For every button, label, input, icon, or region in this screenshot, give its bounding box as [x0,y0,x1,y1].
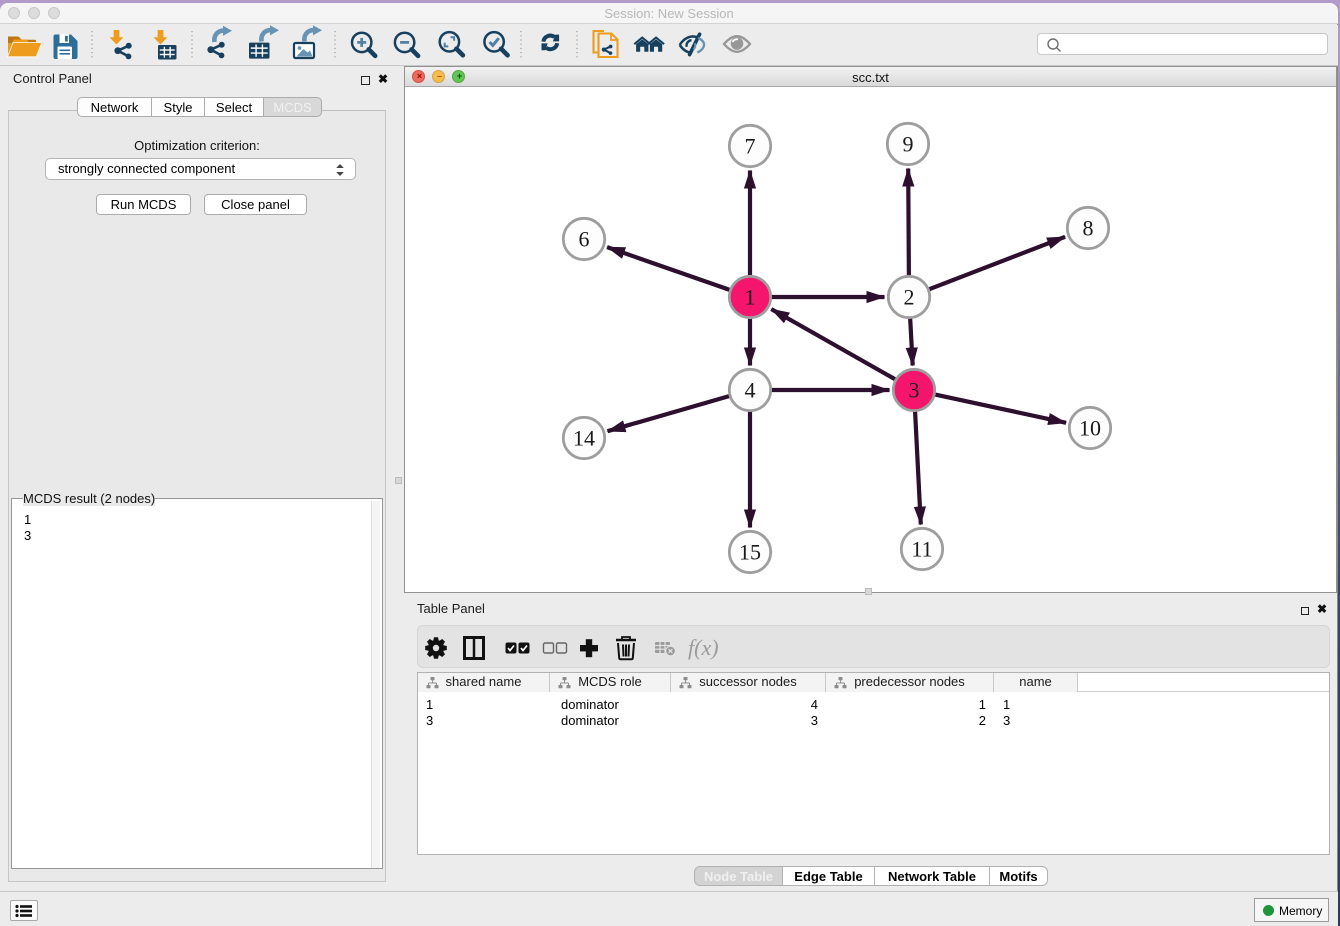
svg-text:15: 15 [739,540,761,565]
svg-text:11: 11 [911,537,932,562]
svg-text:2: 2 [904,285,915,310]
svg-text:10: 10 [1079,416,1101,441]
svg-text:9: 9 [903,132,914,157]
svg-text:3: 3 [909,378,920,403]
svg-text:14: 14 [573,426,595,451]
svg-text:7: 7 [745,134,756,159]
svg-text:1: 1 [745,285,756,310]
svg-text:f(x): f(x) [688,635,719,660]
svg-text:4: 4 [745,378,756,403]
svg-text:8: 8 [1083,216,1094,241]
svg-text:6: 6 [579,227,590,252]
